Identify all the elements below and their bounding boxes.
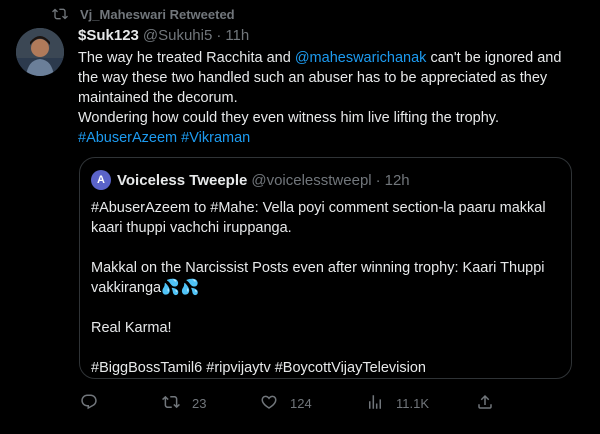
views-icon — [366, 393, 384, 414]
tweet-time[interactable]: 11h — [225, 27, 249, 44]
quote-paragraph-text: Makkal on the Narcissist Posts even afte… — [91, 260, 545, 296]
hashtag-link[interactable]: #Vikraman — [181, 130, 250, 146]
tweet-card[interactable]: Vj_Maheswari Retweeted $Suk123 @Sukuhi5 … — [0, 0, 600, 434]
sweat-droplets-emoji: 💦💦 — [161, 279, 201, 296]
retweet-count: 23 — [192, 395, 207, 411]
tweet-text-line2: Wondering how could they even witness hi… — [78, 110, 499, 126]
views-button[interactable]: 11.1K — [366, 393, 429, 413]
retweet-label: Vj_Maheswari Retweeted — [80, 6, 235, 22]
retweet-icon — [162, 393, 180, 414]
heart-icon — [260, 393, 278, 414]
mention-link[interactable]: @maheswarichanak — [295, 50, 427, 66]
retweet-context[interactable]: Vj_Maheswari Retweeted — [52, 5, 235, 23]
tweet-text: The way he treated Racchita and @maheswa… — [78, 48, 583, 148]
quote-paragraph: Makkal on the Narcissist Posts even afte… — [91, 258, 561, 298]
tweet-actions: 23 124 11.1K — [78, 393, 498, 413]
separator-dot: · — [375, 171, 381, 189]
quote-paragraph: #AbuserAzeem to #Mahe: Vella poyi commen… — [91, 200, 546, 236]
share-icon — [476, 393, 494, 414]
tweet-text-part1: The way he treated Racchita and — [78, 50, 295, 66]
quoted-tweet[interactable]: A Voiceless Tweeple @voicelesstweepl · 1… — [79, 157, 572, 379]
reply-icon — [80, 393, 98, 414]
author-name[interactable]: $Suk123 — [78, 27, 139, 44]
quote-time[interactable]: 12h — [385, 172, 410, 189]
quote-paragraph: Real Karma! — [91, 320, 172, 336]
tweet-header: $Suk123 @Sukuhi5 · 11h — [78, 27, 584, 47]
avatar[interactable] — [16, 28, 64, 76]
hashtag-link[interactable]: #AbuserAzeem — [78, 130, 177, 146]
quote-text: #AbuserAzeem to #Mahe: Vella poyi commen… — [91, 198, 561, 378]
separator-dot: · — [216, 27, 222, 44]
reply-button[interactable] — [80, 393, 98, 413]
quote-author-name[interactable]: Voiceless Tweeple — [117, 172, 247, 189]
author-handle[interactable]: @Sukuhi5 — [143, 27, 212, 44]
retweet-button[interactable]: 23 — [162, 393, 206, 413]
share-button[interactable] — [476, 393, 494, 413]
views-count: 11.1K — [396, 395, 430, 411]
like-button[interactable]: 124 — [260, 393, 312, 413]
retweet-icon — [52, 6, 68, 22]
quote-avatar[interactable]: A — [91, 170, 111, 190]
tweet-content: $Suk123 @Sukuhi5 · 11h The way he treate… — [78, 27, 584, 148]
quote-author-handle[interactable]: @voicelesstweepl — [251, 172, 371, 189]
quote-header: A Voiceless Tweeple @voicelesstweepl · 1… — [91, 170, 410, 190]
quote-hashtags: #BiggBossTamil6 #ripvijaytv #BoycottVija… — [91, 360, 427, 376]
like-count: 124 — [290, 395, 312, 411]
